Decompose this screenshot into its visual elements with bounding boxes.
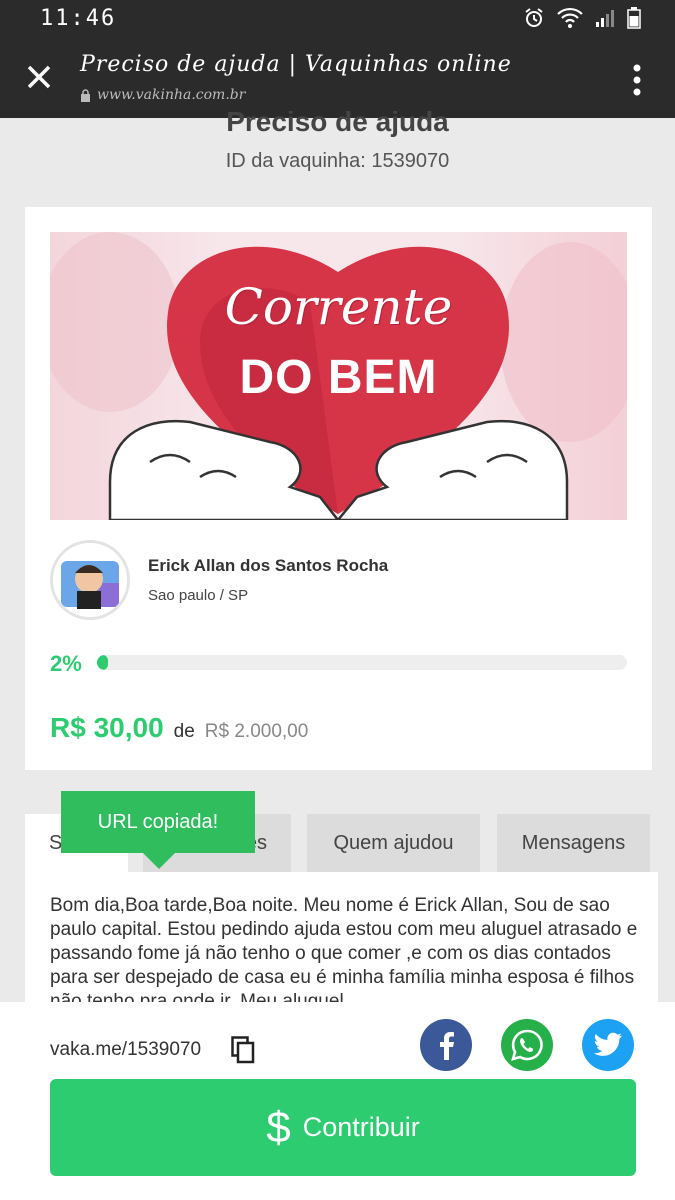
dollar-icon: $ (266, 1102, 291, 1152)
facebook-icon (440, 1032, 454, 1060)
alarm-icon (525, 8, 543, 27)
browser-url: www.vakinha.com.br (80, 87, 245, 103)
facebook-share-button[interactable] (420, 1019, 472, 1071)
share-bar: vaka.me/1539070 $ Contribuir (0, 1002, 675, 1200)
campaign-card: Corrente DO BEM Erick Allan dos Santos R… (25, 207, 652, 770)
of-label: de (173, 721, 195, 742)
progress-fill (97, 655, 108, 670)
goal-amount: R$ 2.000,00 (204, 721, 309, 742)
lock-icon (81, 88, 90, 102)
owner-location: Sao paulo / SP (148, 587, 249, 604)
owner-name[interactable]: Erick Allan dos Santos Rocha (148, 556, 388, 576)
whatsapp-icon (511, 1029, 543, 1061)
battery-icon (627, 7, 641, 29)
campaign-image: Corrente DO BEM (50, 232, 627, 520)
short-url[interactable]: vaka.me/1539070 (50, 1039, 201, 1061)
browser-title: Preciso de ajuda | Vaquinhas online (80, 52, 512, 77)
twitter-icon (594, 1032, 622, 1056)
url-copied-tooltip: URL copiada! (61, 791, 255, 853)
status-time: 11:46 (40, 6, 117, 31)
contribute-label: Contribuir (302, 1112, 420, 1142)
close-icon[interactable] (24, 62, 54, 92)
amount-row: R$ 30,00 de R$ 2.000,00 (50, 712, 308, 744)
tab-quem-ajudou[interactable]: Quem ajudou (307, 814, 480, 872)
signal-icon (596, 10, 614, 27)
tab-mensagens[interactable]: Mensagens (497, 814, 650, 872)
campaign-id: ID da vaquinha: 1539070 (225, 150, 450, 172)
wifi-icon (557, 7, 583, 28)
avatar (50, 540, 130, 620)
image-text-corrente: Corrente (224, 278, 453, 336)
image-text-do-bem: DO BEM (239, 351, 438, 404)
raised-amount: R$ 30,00 (50, 712, 164, 743)
copy-icon[interactable] (231, 1036, 255, 1064)
twitter-share-button[interactable] (582, 1019, 634, 1071)
description-panel: Bom dia,Boa tarde,Boa noite. Meu nome é … (25, 872, 658, 1012)
status-icons (523, 7, 641, 29)
more-vert-icon[interactable] (633, 64, 641, 96)
browser-url-text: www.vakinha.com.br (97, 87, 246, 103)
contribute-button[interactable]: $ Contribuir (50, 1079, 636, 1176)
progress-percent: 2% (50, 651, 82, 676)
status-bar: 11:46 (0, 0, 675, 40)
avatar-image (53, 543, 127, 617)
tooltip-arrow (143, 853, 175, 869)
campaign-description: Bom dia,Boa tarde,Boa noite. Meu nome é … (50, 895, 638, 1012)
whatsapp-share-button[interactable] (501, 1019, 553, 1071)
page-title: Preciso de ajuda (226, 106, 449, 137)
progress-bar (97, 655, 627, 670)
